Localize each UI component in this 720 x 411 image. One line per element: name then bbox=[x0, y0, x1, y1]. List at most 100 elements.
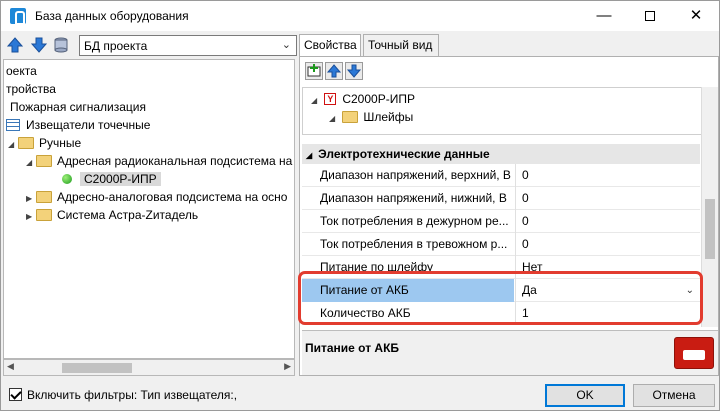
minimize-button[interactable]: — bbox=[581, 1, 627, 31]
app-icon bbox=[10, 8, 26, 25]
property-value[interactable]: 1 bbox=[515, 302, 700, 325]
device-image bbox=[674, 337, 714, 369]
table-icon bbox=[6, 118, 20, 131]
structure-tree[interactable]: ◢ Y С2000Р-ИПР ◢ Шлейфы bbox=[302, 87, 718, 135]
description-title: Питание от АКБ bbox=[305, 341, 400, 355]
property-value[interactable]: 0 bbox=[515, 164, 700, 187]
add-property-button[interactable] bbox=[305, 62, 323, 80]
property-name: Диапазон напряжений, верхний, В bbox=[320, 168, 511, 182]
property-value[interactable]: 0 bbox=[515, 233, 700, 256]
tree-item-label: тройства bbox=[6, 82, 56, 96]
folder-icon bbox=[342, 110, 359, 123]
chevron-down-icon[interactable]: ⌄ bbox=[686, 279, 694, 302]
property-row[interactable]: Ток потребления в дежурном ре... 0 bbox=[302, 210, 700, 233]
tab-exact-view[interactable]: Точный вид bbox=[363, 34, 439, 56]
property-grid[interactable]: ◢ Электротехнические данные Диапазон напр… bbox=[302, 136, 700, 326]
property-value[interactable]: Нет bbox=[515, 256, 700, 279]
tree-item[interactable]: Пожарная сигнализация bbox=[10, 98, 146, 116]
device-icon: Y bbox=[324, 92, 337, 105]
scroll-left-icon[interactable]: ◀ bbox=[7, 361, 14, 372]
property-name: Ток потребления в дежурном ре... bbox=[320, 214, 509, 228]
property-name: Диапазон напряжений, нижний, В bbox=[320, 191, 507, 205]
tree-item[interactable]: ◢ Шлейфы bbox=[329, 108, 413, 126]
arrow-up-icon bbox=[326, 64, 342, 78]
property-row[interactable]: Диапазон напряжений, верхний, В 0 bbox=[302, 164, 700, 187]
property-value[interactable]: 0 bbox=[515, 210, 700, 233]
chevron-down-icon: ⌄ bbox=[281, 39, 291, 51]
tree-item-selected[interactable]: С2000Р-ИПР bbox=[62, 170, 161, 188]
description-panel: Питание от АКБ bbox=[302, 330, 718, 375]
tree-item[interactable]: Извещатели точечные bbox=[6, 116, 150, 134]
cancel-button[interactable]: Отмена bbox=[633, 384, 715, 407]
tree-horizontal-scrollbar[interactable]: ◀ ▶ bbox=[3, 359, 295, 376]
collapsed-icon[interactable]: ▶ bbox=[26, 208, 36, 226]
scroll-thumb[interactable] bbox=[62, 363, 132, 373]
database-select[interactable]: БД проекта ⌄ bbox=[79, 35, 297, 56]
tree-item-label: оекта bbox=[6, 64, 37, 78]
move-up-icon[interactable] bbox=[7, 37, 23, 53]
property-name: Количество АКБ bbox=[320, 306, 411, 320]
property-vertical-scrollbar[interactable] bbox=[701, 87, 718, 327]
category-label: Электротехнические данные bbox=[318, 147, 490, 161]
property-row-selected[interactable]: Питание от АКБ Да ⌄ bbox=[302, 279, 700, 302]
expanded-icon[interactable]: ◢ bbox=[329, 110, 339, 128]
tree-item-label: С2000Р-ИПР bbox=[342, 92, 415, 106]
tree-item-label: Извещатели точечные bbox=[26, 118, 151, 132]
window-title: База данных оборудования bbox=[35, 9, 189, 23]
tree-item[interactable]: тройства bbox=[6, 80, 56, 98]
left-toolbar: БД проекта ⌄ bbox=[5, 35, 297, 57]
property-name: Ток потребления в тревожном р... bbox=[320, 237, 508, 251]
property-name: Питание от АКБ bbox=[302, 279, 514, 302]
add-icon bbox=[307, 64, 321, 77]
filter-label: Включить фильтры: Тип извещателя:, bbox=[27, 388, 238, 402]
folder-icon bbox=[36, 208, 52, 221]
tab-properties[interactable]: Свойства bbox=[299, 34, 361, 57]
move-down-icon[interactable] bbox=[31, 37, 47, 53]
folder-icon bbox=[18, 136, 34, 149]
scroll-right-icon[interactable]: ▶ bbox=[284, 361, 291, 372]
property-row[interactable]: Ток потребления в тревожном р... 0 bbox=[302, 233, 700, 256]
checkbox-icon[interactable] bbox=[9, 388, 22, 402]
close-button[interactable]: ✕ bbox=[673, 1, 719, 31]
tree-item-label: Ручные bbox=[39, 136, 82, 150]
tree-item[interactable]: ▶ Система Астра-Zитадель bbox=[26, 206, 198, 224]
filter-checkbox[interactable]: Включить фильтры: Тип извещателя:, bbox=[9, 388, 237, 402]
property-value-select[interactable]: Да ⌄ bbox=[515, 279, 700, 302]
property-row[interactable]: Количество АКБ 1 bbox=[302, 302, 700, 325]
category-electrical[interactable]: ◢ Электротехнические данные bbox=[302, 144, 700, 164]
title-bar: База данных оборудования — ✕ bbox=[1, 1, 719, 31]
tree-item-label: Система Астра-Zитадель bbox=[57, 208, 199, 222]
expanded-icon[interactable]: ◢ bbox=[26, 154, 36, 172]
folder-icon bbox=[36, 190, 52, 203]
folder-icon bbox=[36, 154, 52, 167]
database-icon[interactable] bbox=[53, 37, 69, 53]
tree-item[interactable]: ◢ Адресная радиоканальная подсистема на bbox=[26, 152, 292, 170]
property-value[interactable]: 0 bbox=[515, 187, 700, 210]
move-up-button[interactable] bbox=[325, 62, 343, 80]
tree-item-label: Адресная радиоканальная подсистема на bbox=[57, 154, 293, 168]
tree-item[interactable]: оекта bbox=[6, 62, 37, 80]
maximize-icon bbox=[645, 11, 655, 22]
scroll-thumb[interactable] bbox=[705, 199, 715, 259]
tree-item[interactable]: ▶ Адресно-аналоговая подсистема на осно bbox=[26, 188, 287, 206]
device-status-icon bbox=[62, 173, 72, 184]
arrow-down-icon bbox=[346, 64, 362, 78]
expanded-icon[interactable]: ◢ bbox=[306, 151, 312, 160]
database-select-value: БД проекта bbox=[84, 39, 148, 53]
expanded-icon[interactable]: ◢ bbox=[8, 136, 18, 154]
tree-item-label: Адресно-аналоговая подсистема на осно bbox=[57, 190, 288, 204]
tree-item-label: Шлейфы bbox=[363, 110, 414, 124]
tree-item-label: Пожарная сигнализация bbox=[10, 100, 147, 114]
property-row[interactable]: Питание по шлейфу Нет bbox=[302, 256, 700, 279]
maximize-button[interactable] bbox=[627, 1, 673, 31]
tree-item[interactable]: ◢ Y С2000Р-ИПР bbox=[311, 90, 415, 108]
equipment-tree[interactable]: оекта тройства Пожарная сигнализация Изв… bbox=[3, 59, 295, 359]
tree-item[interactable]: ◢ Ручные bbox=[8, 134, 81, 152]
expanded-icon[interactable]: ◢ bbox=[311, 92, 321, 110]
move-down-button[interactable] bbox=[345, 62, 363, 80]
tree-item-label: С2000Р-ИПР bbox=[80, 172, 161, 186]
property-value: Да bbox=[522, 283, 537, 297]
properties-panel: ◢ Y С2000Р-ИПР ◢ Шлейфы ◢ Электротехническ… bbox=[299, 56, 719, 376]
property-row[interactable]: Диапазон напряжений, нижний, В 0 bbox=[302, 187, 700, 210]
ok-button[interactable]: OK bbox=[545, 384, 625, 407]
